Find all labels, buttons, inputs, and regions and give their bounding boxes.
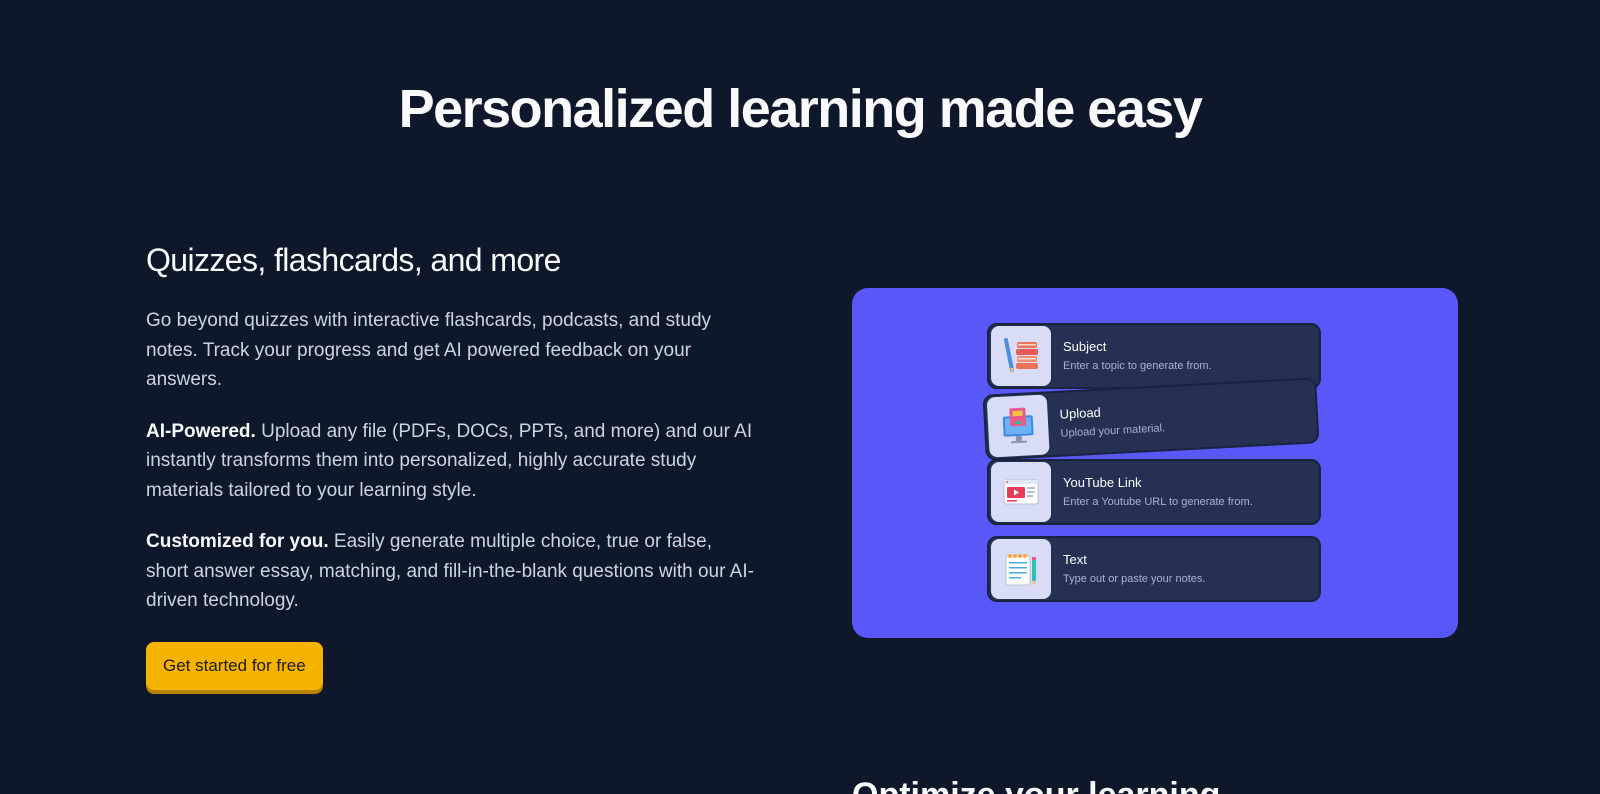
books-icon	[991, 326, 1051, 386]
youtube-option-card[interactable]: YouTube Link Enter a Youtube URL to gene…	[987, 459, 1321, 525]
page-title: Personalized learning made easy	[398, 79, 1203, 139]
ai-powered-paragraph: AI-Powered. Upload any file (PDFs, DOCs,…	[146, 417, 756, 506]
card-title: Text	[1063, 552, 1087, 567]
monitor-upload-icon	[986, 394, 1050, 458]
section-heading: Quizzes, flashcards, and more	[146, 242, 561, 278]
intro-paragraph: Go beyond quizzes with interactive flash…	[146, 310, 712, 390]
page: Personalized learning made easy Quizzes,…	[0, 0, 1600, 794]
upload-option-card[interactable]: Upload Upload your material.	[982, 377, 1320, 461]
card-subtitle: Enter a topic to generate from.	[1063, 360, 1212, 372]
card-subtitle: Upload your material.	[1060, 422, 1166, 440]
card-title: YouTube Link	[1063, 475, 1142, 490]
notepad-icon	[991, 539, 1051, 599]
card-subtitle: Type out or paste your notes.	[1063, 573, 1206, 585]
customized-paragraph: Customized for you. Easily generate mult…	[146, 527, 756, 616]
feature-text-column: Quizzes, flashcards, and more Go beyond …	[146, 240, 756, 690]
customized-label: Customized for you.	[146, 531, 329, 552]
next-section-heading: Optimize your learning	[852, 776, 1220, 794]
get-started-button[interactable]: Get started for free	[146, 641, 323, 690]
video-player-icon	[991, 462, 1051, 522]
input-options-illustration: Subject Enter a topic to generate from. …	[852, 288, 1458, 638]
card-subtitle: Enter a Youtube URL to generate from.	[1063, 496, 1253, 508]
text-option-card[interactable]: Text Type out or paste your notes.	[987, 536, 1321, 602]
card-title: Subject	[1063, 339, 1107, 354]
ai-powered-label: AI-Powered.	[146, 420, 256, 442]
